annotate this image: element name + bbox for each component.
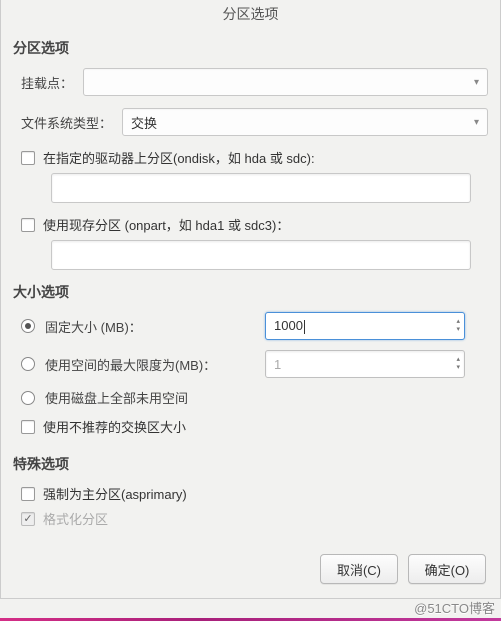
spinner-arrows-icon[interactable]: ▴▾: [456, 356, 460, 372]
asprimary-label: 强制为主分区(asprimary): [43, 484, 187, 503]
ok-button[interactable]: 确定(O): [408, 554, 486, 584]
all-free-radio[interactable]: [21, 391, 35, 405]
fixed-size-radio[interactable]: [21, 319, 35, 333]
special-options-title: 特殊选项: [13, 454, 488, 474]
cancel-button[interactable]: 取消(C): [320, 554, 398, 584]
onpart-checkbox[interactable]: [21, 218, 35, 232]
max-size-label: 使用空间的最大限度为(MB)：: [45, 355, 265, 374]
ondisk-checkbox[interactable]: [21, 151, 35, 165]
format-checkbox: ✓: [21, 512, 35, 526]
max-size-value: 1: [274, 357, 456, 372]
dialog-title: 分区选项: [1, 0, 500, 32]
chevron-down-icon: ▾: [474, 117, 479, 128]
asprimary-checkbox[interactable]: [21, 487, 35, 501]
partition-options-title: 分区选项: [13, 38, 488, 58]
watermark-text: @51CTO博客: [414, 598, 495, 617]
mount-point-select[interactable]: ▾: [83, 68, 488, 96]
onpart-input[interactable]: [51, 240, 471, 270]
onpart-label: 使用现存分区 (onpart，如 hda1 或 sdc3)：: [43, 215, 289, 234]
max-size-input[interactable]: 1 ▴▾: [265, 350, 465, 378]
recommended-swap-checkbox[interactable]: [21, 420, 35, 434]
all-free-label: 使用磁盘上全部未用空间: [45, 388, 265, 407]
fstype-select[interactable]: 交换 ▾: [122, 108, 488, 136]
chevron-down-icon: ▾: [474, 77, 479, 88]
size-options-title: 大小选项: [13, 282, 488, 302]
fstype-label: 文件系统类型：: [21, 113, 112, 132]
max-size-radio[interactable]: [21, 357, 35, 371]
spinner-arrows-icon[interactable]: ▴▾: [456, 318, 460, 334]
ondisk-label: 在指定的驱动器上分区(ondisk，如 hda 或 sdc):: [43, 148, 315, 167]
fstype-value: 交换: [131, 113, 157, 132]
format-label: 格式化分区: [43, 509, 108, 528]
mount-point-label: 挂载点：: [21, 73, 73, 92]
recommended-swap-label: 使用不推荐的交换区大小: [43, 417, 186, 436]
fixed-size-value: 1000: [274, 318, 303, 333]
ondisk-input[interactable]: [51, 173, 471, 203]
fixed-size-label: 固定大小 (MB)：: [45, 317, 265, 336]
fixed-size-input[interactable]: 1000 ▴▾: [265, 312, 465, 340]
